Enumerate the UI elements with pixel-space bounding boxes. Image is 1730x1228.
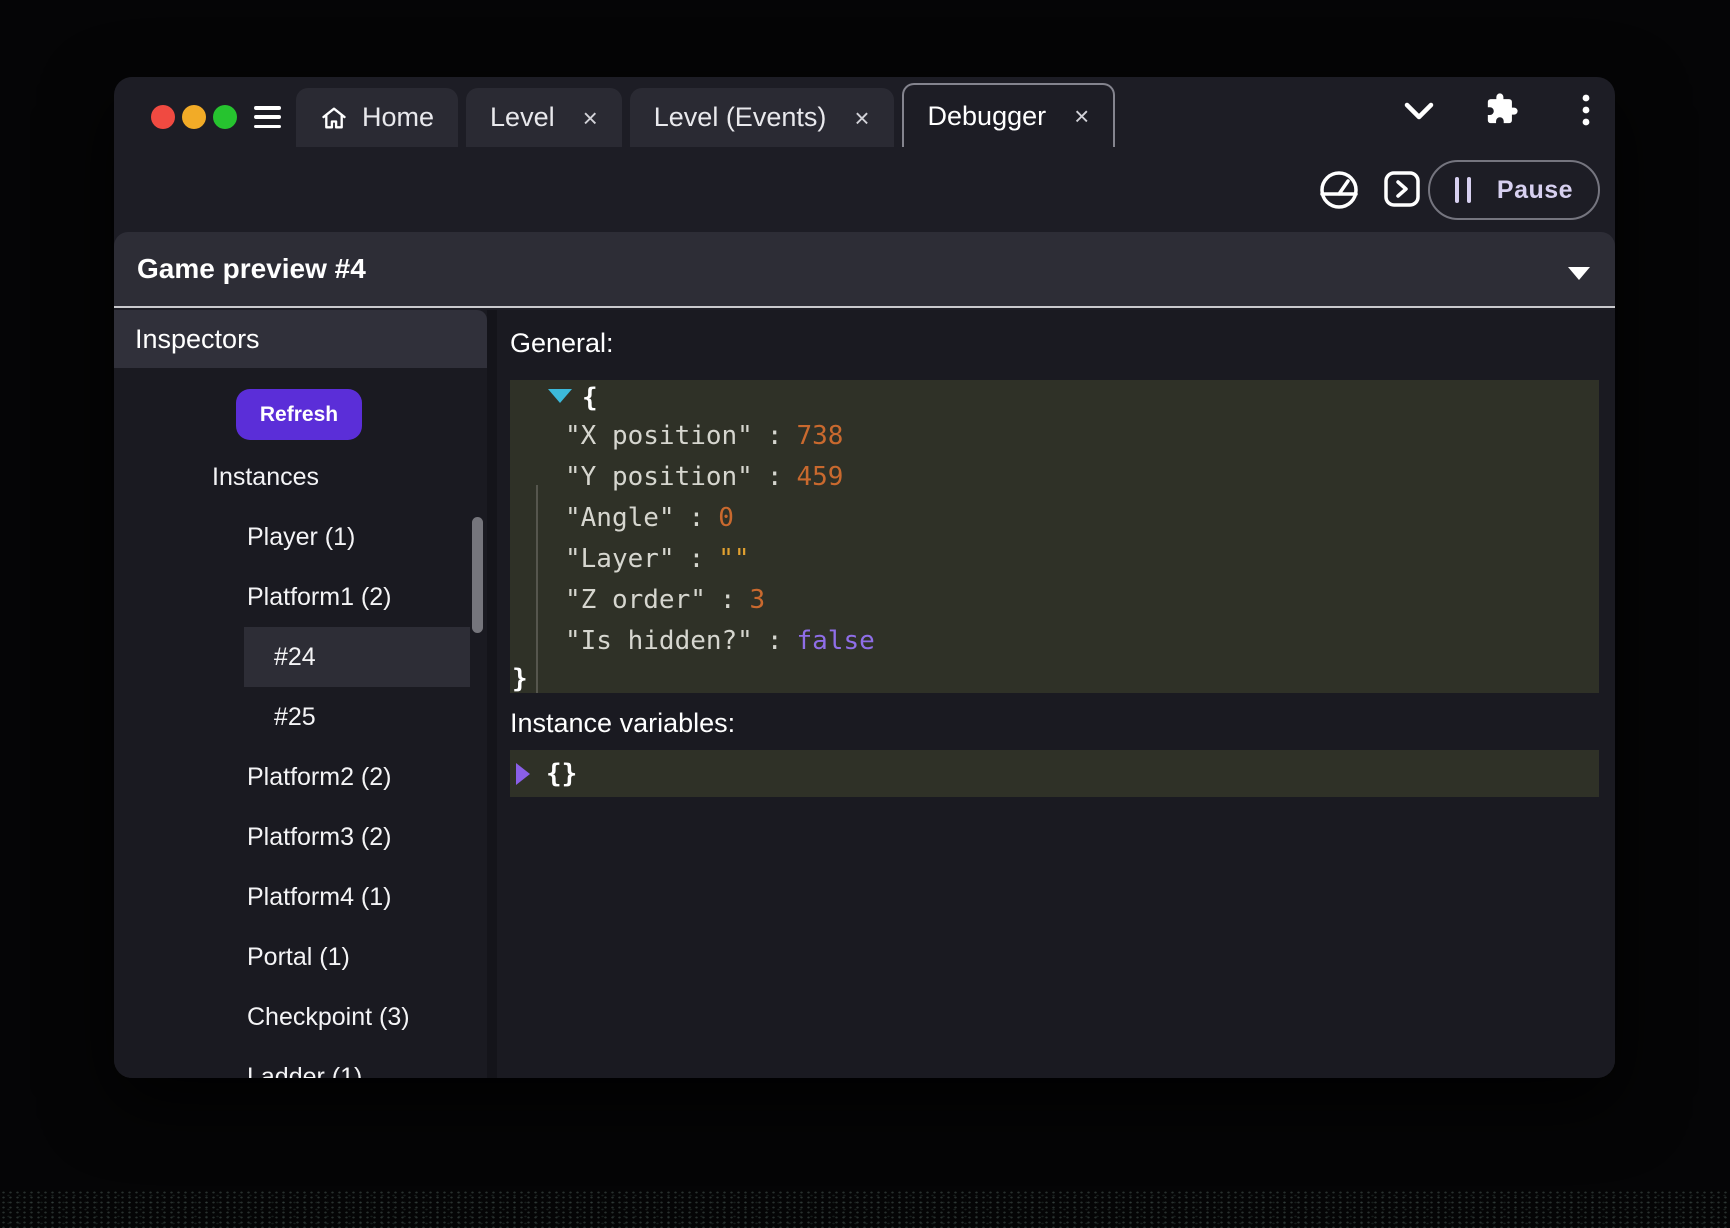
chevron-down-icon[interactable] bbox=[1402, 97, 1436, 125]
tree-item-checkpoint[interactable]: Checkpoint (3) bbox=[247, 1000, 410, 1034]
json-value: 459 bbox=[797, 462, 844, 492]
json-row-z-order: "Z order":3 bbox=[510, 580, 1599, 621]
collapse-triangle-icon[interactable] bbox=[548, 389, 572, 403]
close-brace: } bbox=[512, 664, 528, 693]
json-row-is-hidden: "Is hidden?":false bbox=[510, 621, 1599, 662]
pause-label: Pause bbox=[1497, 176, 1573, 205]
json-value: 0 bbox=[718, 503, 734, 533]
tab-label: Level bbox=[490, 102, 555, 133]
inspectors-sidebar: Inspectors Refresh Instances Player (1) … bbox=[114, 310, 487, 1078]
sidebar-scrollbar-thumb[interactable] bbox=[472, 517, 483, 633]
minimize-window-button[interactable] bbox=[182, 105, 206, 129]
title-bar: Home Level × Level (Events) × Debugger × bbox=[114, 77, 1615, 147]
tab-label: Home bbox=[362, 102, 434, 133]
close-window-button[interactable] bbox=[151, 105, 175, 129]
instance-variables-heading: Instance variables: bbox=[510, 706, 735, 740]
background-noise-texture bbox=[0, 1190, 1730, 1228]
inspectors-header: Inspectors bbox=[114, 310, 487, 368]
json-key: "Angle" bbox=[565, 503, 675, 533]
json-key: "Z order" bbox=[565, 585, 706, 615]
close-tab-icon[interactable]: × bbox=[1074, 103, 1089, 129]
json-key: "X position" bbox=[565, 421, 753, 451]
json-key: "Layer" bbox=[565, 544, 675, 574]
hamburger-menu-icon[interactable] bbox=[254, 106, 281, 128]
close-tab-icon[interactable]: × bbox=[854, 105, 869, 131]
profiler-gauge-icon[interactable] bbox=[1317, 168, 1361, 212]
extensions-puzzle-icon[interactable] bbox=[1485, 92, 1519, 126]
caret-down-icon[interactable] bbox=[1568, 267, 1590, 280]
screenshot-canvas: Home Level × Level (Events) × Debugger × bbox=[0, 0, 1730, 1228]
home-icon bbox=[320, 104, 348, 132]
maximize-window-button[interactable] bbox=[213, 105, 237, 129]
app-window: Home Level × Level (Events) × Debugger × bbox=[114, 77, 1615, 1078]
debugger-content: Inspectors Refresh Instances Player (1) … bbox=[114, 310, 1615, 1078]
pause-button[interactable]: Pause bbox=[1428, 160, 1600, 220]
refresh-button[interactable]: Refresh bbox=[236, 389, 362, 440]
tree-item-portal[interactable]: Portal (1) bbox=[247, 940, 350, 974]
tree-item-instance-25[interactable]: #25 bbox=[274, 700, 316, 734]
game-preview-title: Game preview #4 bbox=[137, 253, 366, 285]
json-value: 738 bbox=[797, 421, 844, 451]
tab-debugger[interactable]: Debugger × bbox=[902, 83, 1116, 147]
empty-object: {} bbox=[546, 759, 577, 789]
tab-level[interactable]: Level × bbox=[466, 88, 622, 147]
debugger-toolbar: Pause bbox=[114, 147, 1615, 232]
instance-variables-json-viewer: {} bbox=[510, 750, 1599, 797]
tab-home[interactable]: Home bbox=[296, 88, 458, 147]
expand-triangle-icon[interactable] bbox=[516, 763, 530, 785]
inspector-detail-panel: General: { "X position":738 "Y position"… bbox=[497, 310, 1615, 1078]
json-value: "" bbox=[718, 544, 749, 574]
tree-item-ladder[interactable]: Ladder (1) bbox=[247, 1060, 362, 1078]
json-key: "Y position" bbox=[565, 462, 753, 492]
json-row-x-position: "X position":738 bbox=[510, 416, 1599, 457]
json-row-y-position: "Y position":459 bbox=[510, 457, 1599, 498]
general-heading: General: bbox=[510, 326, 614, 360]
game-preview-selector[interactable]: Game preview #4 bbox=[114, 232, 1615, 308]
tab-level-events[interactable]: Level (Events) × bbox=[630, 88, 894, 147]
close-tab-icon[interactable]: × bbox=[583, 105, 598, 131]
tree-item-platform2[interactable]: Platform2 (2) bbox=[247, 760, 391, 794]
tree-item-instance-24[interactable]: #24 bbox=[274, 640, 316, 674]
json-row-layer: "Layer":"" bbox=[510, 539, 1599, 580]
tab-label: Level (Events) bbox=[654, 102, 827, 133]
open-brace: { bbox=[582, 383, 598, 413]
inspectors-title: Inspectors bbox=[135, 324, 260, 355]
tab-label: Debugger bbox=[928, 101, 1047, 132]
pause-icon bbox=[1455, 177, 1471, 203]
console-icon[interactable] bbox=[1382, 169, 1422, 209]
tab-bar: Home Level × Level (Events) × Debugger × bbox=[296, 83, 1123, 147]
tree-item-player[interactable]: Player (1) bbox=[247, 520, 355, 554]
tree-item-platform1[interactable]: Platform1 (2) bbox=[247, 580, 391, 614]
tree-item-platform3[interactable]: Platform3 (2) bbox=[247, 820, 391, 854]
json-value: 3 bbox=[750, 585, 766, 615]
tree-item-instances[interactable]: Instances bbox=[212, 460, 319, 494]
json-key: "Is hidden?" bbox=[565, 626, 753, 656]
json-row-angle: "Angle":0 bbox=[510, 498, 1599, 539]
json-value: false bbox=[797, 626, 875, 656]
json-indent-guide bbox=[536, 485, 538, 693]
kebab-menu-icon[interactable] bbox=[1579, 93, 1593, 127]
tree-item-platform4[interactable]: Platform4 (1) bbox=[247, 880, 391, 914]
general-json-viewer: { "X position":738 "Y position":459 "Ang… bbox=[510, 380, 1599, 693]
